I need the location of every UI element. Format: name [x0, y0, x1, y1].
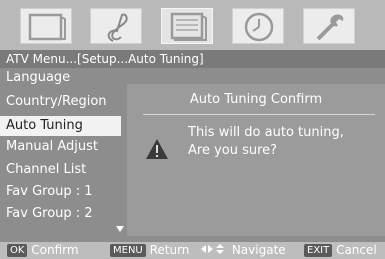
ok-label: Confirm: [31, 243, 79, 257]
menu-item-manual-adjust[interactable]: Manual Adjust: [6, 137, 127, 157]
dialog-message: This will do auto tuning, Are you sure?: [188, 124, 344, 160]
music-note-icon: [107, 13, 128, 42]
navigate-label: Navigate: [231, 243, 286, 257]
menu-key: MENU: [110, 244, 146, 257]
tab-picture[interactable]: [20, 8, 72, 44]
exit-label: Cancel: [336, 243, 377, 257]
menu-item-language[interactable]: Language: [6, 68, 127, 88]
hint-navigate: Navigate: [200, 242, 286, 259]
menu-item-fav-group-2[interactable]: Fav Group : 2: [6, 204, 127, 224]
footer-hints: OK Confirm MENU Return Navigate EXIT Can…: [0, 242, 385, 259]
menu-item-auto-tuning[interactable]: Auto Tuning: [0, 116, 121, 136]
warning-icon: [146, 139, 168, 159]
ok-key: OK: [7, 244, 28, 257]
dialog-message-line-2: Are you sure?: [188, 143, 278, 158]
breadcrumb: ATV Menu...[Setup...Auto Tuning]: [0, 50, 385, 68]
setup-menu: Language Country/Region Auto Tuning Manu…: [0, 68, 127, 236]
clock-icon: [244, 12, 274, 42]
dialog-title: Auto Tuning Confirm: [189, 92, 323, 107]
tab-sound[interactable]: [90, 8, 142, 44]
screen-icon: [28, 13, 66, 41]
menu-item-fav-group-1[interactable]: Fav Group : 1: [6, 182, 127, 202]
exit-key: EXIT: [304, 244, 333, 257]
scroll-down-arrow-icon[interactable]: [116, 226, 124, 232]
top-tab-bar: [0, 0, 385, 50]
divider: [143, 114, 375, 115]
hint-ok[interactable]: OK Confirm: [7, 242, 79, 259]
menu-label: Return: [149, 243, 190, 257]
setup-panel-icon: [170, 12, 207, 41]
menu-item-channel-list[interactable]: Channel List: [6, 160, 127, 180]
hint-menu[interactable]: MENU Return: [110, 242, 189, 259]
menu-item-country-region[interactable]: Country/Region: [6, 92, 127, 112]
dialog-message-line-1: This will do auto tuning,: [188, 125, 344, 140]
wrench-icon: [316, 14, 344, 41]
tv-menu: ATV Menu...[Setup...Auto Tuning] Languag…: [0, 0, 385, 259]
navigate-arrows-icon: [201, 244, 224, 254]
hint-exit[interactable]: EXIT Cancel: [304, 242, 377, 259]
tab-lock[interactable]: [303, 8, 355, 44]
tab-time[interactable]: [232, 8, 284, 44]
confirm-dialog: Auto Tuning Confirm This will do auto tu…: [127, 84, 385, 236]
tab-setup[interactable]: [161, 8, 213, 44]
